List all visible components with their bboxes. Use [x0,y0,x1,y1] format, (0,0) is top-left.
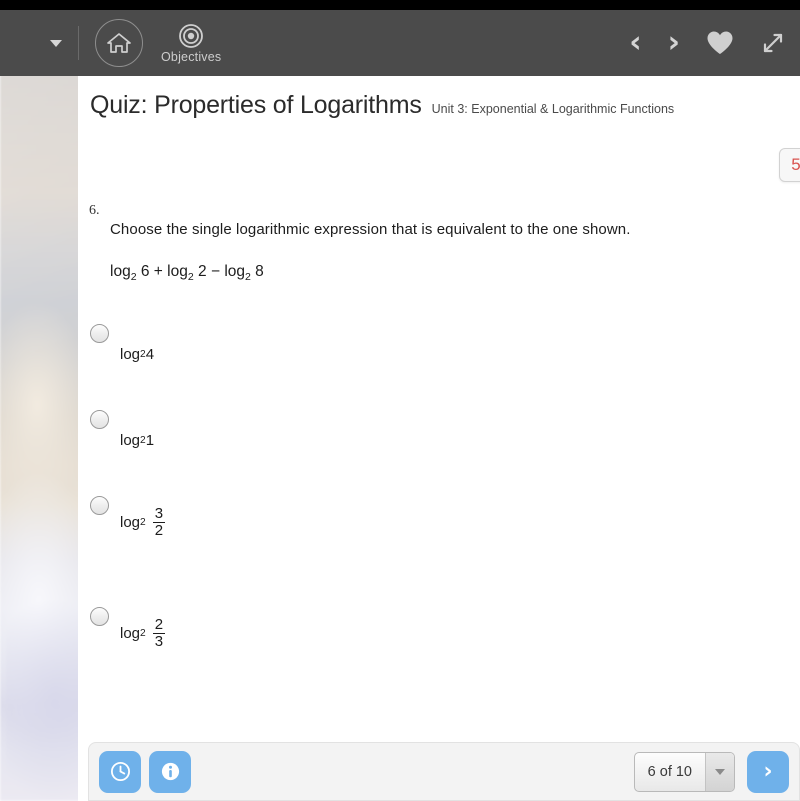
fraction: 32 [152,505,166,540]
background-photo [0,0,126,801]
answer-option[interactable]: log 2 3 2 [88,496,488,607]
topbar-right-group: ‹ › [629,10,800,76]
fullscreen-button[interactable] [760,30,786,56]
radio-button-b[interactable] [90,410,109,429]
back-button[interactable]: ‹ [629,28,641,58]
radio-button-a[interactable] [90,324,109,343]
answer-option-label: log 2 2 3 [120,616,166,651]
page-title-row: Quiz: Properties of Logarithms Unit 3: E… [90,91,674,120]
log-argument: 2 [193,263,207,280]
log-label: log [167,263,188,280]
home-button[interactable] [95,19,143,67]
target-icon [179,23,204,48]
pager-label: 6 of 10 [647,763,692,780]
objectives-label: Objectives [161,49,222,64]
fraction-denominator: 2 [152,522,166,540]
log-label: log [120,625,141,643]
fraction-numerator: 3 [154,505,164,522]
timer-button[interactable] [99,750,141,793]
chevron-left-icon: ‹ [629,25,642,60]
chevron-right-icon: › [763,758,773,784]
fraction-denominator: 3 [152,633,166,651]
log-label: log [110,263,131,280]
expression-term: log2 8 [224,263,264,283]
log-base: 2 [140,628,146,640]
question-number: 6. [89,203,100,218]
answer-option-label: log 2 1 [120,432,154,449]
favorite-button[interactable] [706,30,734,56]
log-argument: 1 [145,432,155,449]
fraction: 23 [152,616,166,651]
info-button[interactable] [149,750,191,793]
log-label: log [120,514,141,532]
top-black-strip [0,0,800,10]
bottom-toolbar: 6 of 10 › [88,742,800,801]
expression-operator: − [206,263,225,280]
log-label: log [120,346,141,363]
answer-option-label: log 2 3 2 [120,505,166,540]
question-prompt: Choose the single logarithmic expression… [110,221,631,238]
next-question-button[interactable]: › [747,750,789,793]
objectives-button[interactable]: Objectives [161,23,221,64]
log-argument: 6 [136,263,150,280]
home-icon [107,33,131,53]
expression-term: log2 2 [167,263,207,283]
page-title: Quiz: Properties of Logarithms [90,91,422,119]
radio-button-c[interactable] [90,496,109,515]
question-expression: log2 6 + log2 2 − log2 8 [110,263,264,283]
answer-option[interactable]: log 2 2 3 [88,607,488,707]
topbar-left-group: Objectives [0,10,221,76]
top-navigation-bar: Objectives ‹ › [0,10,800,76]
clock-icon [110,761,130,782]
menu-caret-icon[interactable] [50,39,62,47]
topbar-divider [78,26,79,60]
expand-icon [763,33,783,53]
question-pager-dropdown[interactable]: 6 of 10 [633,751,735,792]
info-icon [161,762,179,781]
log-base: 2 [140,517,146,529]
pager-dropdown-arrow[interactable] [705,752,734,791]
forward-button[interactable]: › [668,28,680,58]
status-badge[interactable]: 5 [779,148,800,182]
status-badge-value: 5 [791,155,800,174]
chevron-right-icon: › [667,25,680,60]
quiz-page: Objectives ‹ › Quiz: Properties of Logar… [0,0,800,801]
radio-button-d[interactable] [90,607,109,626]
answer-option[interactable]: log 2 4 [88,324,488,410]
chevron-down-icon [715,768,725,775]
answer-options: log 2 4 log 2 1 log 2 3 2 log 2 2 3 [88,324,488,707]
log-label: log [224,263,245,280]
log-argument: 4 [145,346,155,363]
answer-option[interactable]: log 2 1 [88,410,488,496]
expression-operator: + [149,263,168,280]
log-argument: 8 [250,263,264,280]
heart-icon [707,31,733,54]
log-label: log [120,432,141,449]
expression-term: log2 6 [110,263,150,283]
fraction-numerator: 2 [154,616,164,633]
answer-option-label: log 2 4 [120,346,154,363]
page-subtitle: Unit 3: Exponential & Logarithmic Functi… [431,102,675,116]
